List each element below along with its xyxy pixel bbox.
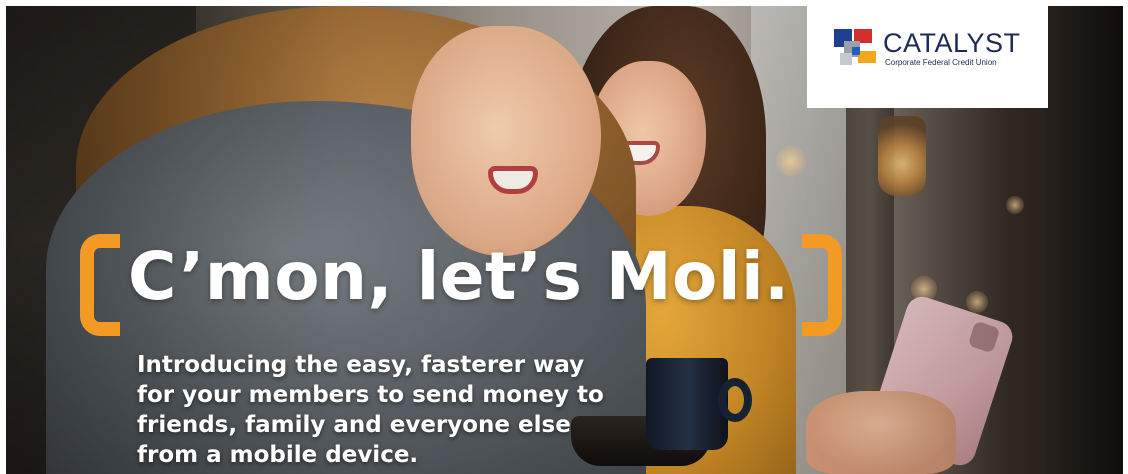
catalyst-logo-icon xyxy=(834,29,876,65)
bracket-left-icon xyxy=(80,234,120,336)
bracket-right-icon xyxy=(802,234,842,336)
body-line: for your members to send money to xyxy=(137,382,604,408)
body-line: friends, family and everyone else xyxy=(137,412,571,438)
ad-frame: C’mon, let’s Moli. Introducing the easy,… xyxy=(0,0,1128,474)
body-line: Introducing the easy, fasterer way xyxy=(137,352,585,378)
body-line: from a mobile device. xyxy=(137,442,419,468)
logo-name: CATALYST xyxy=(883,28,1021,58)
body-copy: Introducing the easy, fasterer way for y… xyxy=(137,350,657,470)
catalyst-logo: CATALYST Corporate Federal Credit Union xyxy=(807,6,1048,108)
headline: C’mon, let’s Moli. xyxy=(128,238,790,315)
logo-subtitle: Corporate Federal Credit Union xyxy=(885,58,997,67)
